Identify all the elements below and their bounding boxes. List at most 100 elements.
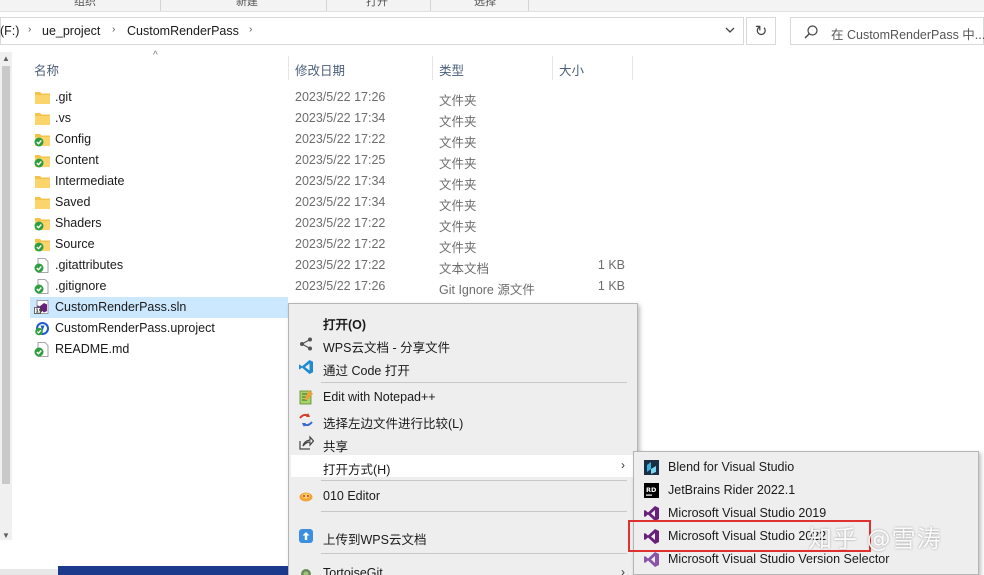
file-git-ok-icon <box>34 279 51 294</box>
folder-git-ok-icon <box>34 237 51 252</box>
file-type: 文件夹 <box>439 199 477 213</box>
file-row[interactable]: Content 2023/5/22 17:25 文件夹 <box>30 150 632 171</box>
column-header-date[interactable]: 修改日期 <box>295 60 345 84</box>
ribbon-new[interactable]: 新建 <box>236 0 258 9</box>
file-row[interactable]: Source 2023/5/22 17:22 文件夹 <box>30 234 632 255</box>
folder-git-ok-icon <box>34 153 51 168</box>
context-menu: 打开(O) WPS云文档 - 分享文件 通过 Code 打开 Edit with… <box>288 303 638 575</box>
share-nodes-icon <box>300 337 312 351</box>
menu-separator <box>321 553 627 554</box>
file-row[interactable]: Config 2023/5/22 17:22 文件夹 <box>30 129 632 150</box>
folder-icon <box>34 174 51 189</box>
file-row[interactable]: Intermediate 2023/5/22 17:34 文件夹 <box>30 171 632 192</box>
file-size: 1 KB <box>597 279 625 293</box>
column-header-name[interactable]: 名称 <box>34 60 59 84</box>
refresh-button[interactable]: ↻ <box>746 17 776 45</box>
menu-item-tortoisegit[interactable]: TortoiseGit › <box>291 562 635 575</box>
file-row[interactable]: Shaders 2023/5/22 17:22 文件夹 <box>30 213 632 234</box>
menu-item-notepad[interactable]: Edit with Notepad++ <box>291 386 635 408</box>
open-with-blend[interactable]: Blend for Visual Studio <box>636 456 976 478</box>
chevron-right-icon[interactable]: › <box>249 24 252 35</box>
menu-item-upload-wps[interactable]: 上传到WPS云文档 <box>291 525 635 547</box>
file-type: 文件夹 <box>439 136 477 150</box>
menu-item-share[interactable]: 共享 <box>291 432 635 454</box>
ribbon-organize[interactable]: 组织 <box>74 0 96 9</box>
chevron-right-icon[interactable]: › <box>112 24 115 35</box>
ribbon-select[interactable]: 选择 <box>474 0 496 9</box>
open-with-label: JetBrains Rider 2022.1 <box>668 483 796 497</box>
ribbon-divider <box>528 0 529 11</box>
file-row[interactable]: .vs 2023/5/22 17:34 文件夹 <box>30 108 632 129</box>
menu-item-open-with[interactable]: 打开方式(H) › <box>291 455 635 477</box>
column-divider[interactable] <box>432 56 433 80</box>
file-date: 2023/5/22 17:34 <box>295 111 386 125</box>
ribbon-open[interactable]: 打开 <box>366 0 388 9</box>
menu-separator <box>321 480 627 481</box>
file-type: 文件夹 <box>439 94 477 108</box>
breadcrumb-ue-project[interactable]: ue_project <box>42 24 100 38</box>
folder-icon <box>34 195 51 210</box>
file-date: 2023/5/22 17:34 <box>295 174 386 188</box>
search-placeholder: 在 CustomRenderPass 中... <box>831 28 984 42</box>
menu-item-compare[interactable]: 选择左边文件进行比较(L) <box>291 409 635 431</box>
breadcrumb-drive[interactable]: (F:) <box>0 24 19 38</box>
menu-item-wps-share[interactable]: WPS云文档 - 分享文件 <box>291 333 635 355</box>
file-row[interactable]: .gitattributes 2023/5/22 17:22 文本文档 1 KB <box>30 255 632 276</box>
tortoisegit-icon <box>301 569 311 575</box>
file-row[interactable]: 19 CustomRenderPass.sln <box>30 297 288 318</box>
file-row[interactable]: Saved 2023/5/22 17:34 文件夹 <box>30 192 632 213</box>
uproject-file-icon <box>34 321 51 336</box>
file-date: 2023/5/22 17:34 <box>295 195 386 209</box>
file-name: Source <box>55 237 95 251</box>
file-name: CustomRenderPass.sln <box>55 300 187 314</box>
file-date: 2023/5/22 17:22 <box>295 237 386 251</box>
open-with-submenu: Blend for Visual Studio RD JetBrains Rid… <box>633 451 979 575</box>
column-divider[interactable] <box>632 56 633 80</box>
column-divider[interactable] <box>552 56 553 80</box>
menu-separator <box>321 382 627 383</box>
file-size: 1 KB <box>597 258 625 272</box>
file-type: 文件夹 <box>439 178 477 192</box>
open-with-rider[interactable]: RD JetBrains Rider 2022.1 <box>636 479 976 501</box>
file-row[interactable]: .git 2023/5/22 17:26 文件夹 <box>30 87 632 108</box>
svg-text:19: 19 <box>35 309 42 315</box>
menu-item-open-with-code[interactable]: 通过 Code 打开 <box>291 356 635 378</box>
menu-item-label: 打开(O) <box>323 318 367 332</box>
chevron-right-icon[interactable]: › <box>28 24 31 35</box>
search-icon <box>804 25 818 39</box>
file-row[interactable]: .gitignore 2023/5/22 17:26 Git Ignore 源文件 1… <box>30 276 632 297</box>
folder-icon <box>34 90 51 105</box>
file-date: 2023/5/22 17:22 <box>295 216 386 230</box>
menu-item-label: WPS云文档 - 分享文件 <box>323 341 451 355</box>
file-type: 文件夹 <box>439 241 477 255</box>
search-box[interactable]: 在 CustomRenderPass 中... <box>790 17 984 45</box>
vscode-icon <box>299 360 313 374</box>
file-name: Config <box>55 132 92 146</box>
menu-item-010-editor[interactable]: 010 Editor <box>291 485 635 507</box>
file-git-ok-icon <box>34 258 51 273</box>
file-name: Saved <box>55 195 91 209</box>
address-bar[interactable]: (F:) › ue_project › CustomRenderPass › <box>0 17 744 45</box>
file-type: 文件夹 <box>439 220 477 234</box>
menu-item-label: 打开方式(H) <box>323 463 391 477</box>
compare-icon <box>299 413 313 427</box>
vertical-scrollbar[interactable]: ▲ ▼ <box>0 52 12 540</box>
blend-icon <box>644 460 659 475</box>
breadcrumb-current-folder[interactable]: CustomRenderPass <box>127 24 239 38</box>
chevron-right-icon: › <box>621 458 625 472</box>
menu-item-label: 选择左边文件进行比较(L) <box>323 417 464 431</box>
scrollbar-thumb[interactable] <box>2 66 10 484</box>
file-date: 2023/5/22 17:22 <box>295 258 386 272</box>
column-divider[interactable] <box>288 56 289 80</box>
watermark: 知乎 @雪涛 <box>808 525 942 553</box>
column-header-type[interactable]: 类型 <box>439 60 464 84</box>
ribbon-toolbar: 组织 新建 打开 选择 <box>0 0 984 12</box>
ribbon-divider <box>160 0 161 11</box>
menu-item-open[interactable]: 打开(O) <box>291 310 635 332</box>
scroll-down-icon[interactable]: ▼ <box>2 531 10 540</box>
chevron-down-icon[interactable] <box>723 23 737 37</box>
scroll-up-icon[interactable]: ▲ <box>2 54 10 63</box>
column-header-size[interactable]: 大小 <box>559 60 584 84</box>
open-with-label: Microsoft Visual Studio 2019 <box>668 506 827 520</box>
file-type: 文本文档 <box>439 262 490 276</box>
